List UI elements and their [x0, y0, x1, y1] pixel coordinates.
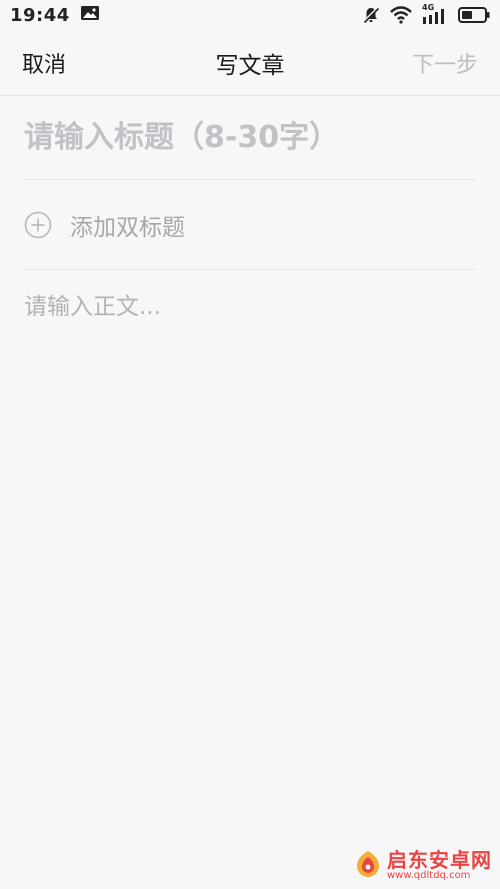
signal-icon: 4G [422, 3, 448, 25]
image-icon [80, 5, 100, 25]
title-input[interactable] [24, 120, 476, 155]
mute-icon [362, 6, 380, 24]
title-field-container [24, 96, 476, 180]
next-step-button[interactable]: 下一步 [412, 47, 478, 79]
watermark-url: www.qdltdq.com [387, 870, 471, 882]
body-container [24, 290, 476, 810]
editor-screen: 19:44 4G 取消 写文章 下一步 请输入标题（8-30字） 添加双标题 请… [0, 0, 500, 889]
watermark-text: 启东安卓网 www.qdltdq.com [387, 850, 492, 882]
battery-icon [458, 6, 490, 24]
status-bar: 19:44 4G [0, 0, 500, 30]
status-left: 19:44 [10, 5, 100, 26]
add-subtitle-button[interactable]: 添加双标题 [24, 180, 476, 270]
status-time: 19:44 [10, 4, 70, 26]
nav-bar: 取消 写文章 下一步 [0, 30, 500, 96]
add-subtitle-label: 添加双标题 [70, 214, 185, 241]
plus-circle-icon [24, 211, 70, 239]
wifi-icon [390, 6, 412, 24]
status-right: 4G [362, 3, 490, 25]
cancel-button[interactable]: 取消 [22, 47, 66, 79]
watermark-logo-icon [353, 849, 383, 883]
watermark: 启东安卓网 www.qdltdq.com [353, 849, 492, 883]
body-input[interactable] [24, 290, 476, 810]
watermark-name: 启东安卓网 [387, 848, 492, 873]
